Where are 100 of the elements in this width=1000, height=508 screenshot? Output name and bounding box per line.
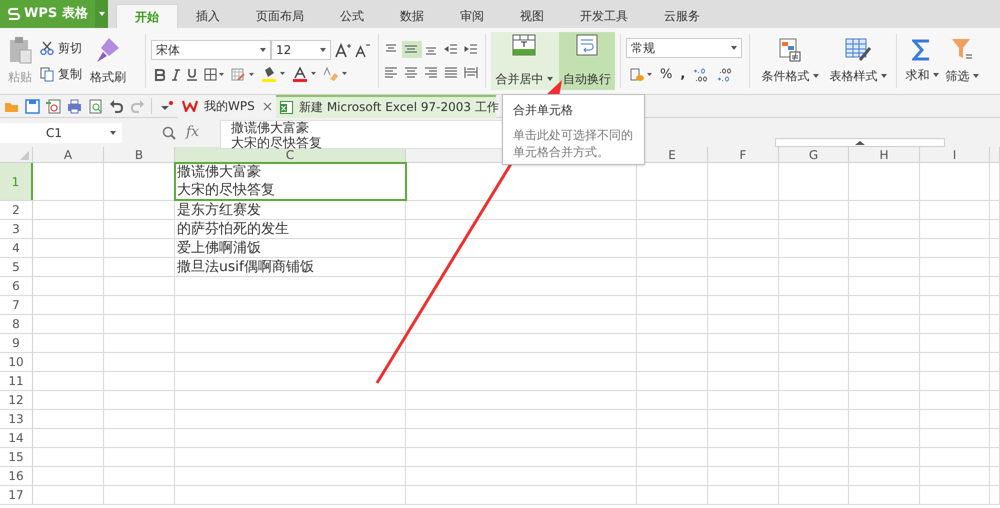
increase-font-icon [335, 42, 351, 58]
conditional-format-button[interactable]: 条件格式 [755, 28, 825, 94]
ribbon-tab[interactable]: 审阅 [442, 4, 502, 28]
name-box-field[interactable]: C1 [0, 122, 122, 142]
decrease-font-icon [355, 42, 371, 58]
fill-color-icon [262, 67, 286, 82]
wrap-text-button[interactable]: 自动换行 [559, 32, 615, 90]
conditional-format-icon [779, 38, 801, 62]
underline-icon [187, 68, 197, 81]
ribbon-tab[interactable]: 页面布局 [238, 4, 322, 28]
row-header[interactable]: 5 [0, 258, 33, 276]
row-header[interactable]: 7 [0, 296, 33, 314]
wps-logo-icon [182, 100, 198, 112]
filter-button[interactable]: 筛选 [942, 28, 982, 94]
comma-button[interactable]: , [680, 64, 686, 84]
caret-icon [110, 130, 116, 134]
font-color-icon [293, 67, 317, 82]
row-header[interactable]: 9 [0, 334, 33, 352]
merge-cells-icon [512, 34, 536, 56]
tooltip-title: 合并单元格 [513, 102, 574, 119]
row-header[interactable]: 2 [0, 201, 33, 219]
ribbon-tab[interactable]: 视图 [502, 4, 562, 28]
italic-icon [172, 68, 180, 80]
table-cell: 撒旦法usif偶啊商铺饭 [175, 258, 406, 276]
indent-decrease-icon [444, 43, 460, 56]
paintbrush-icon [95, 36, 121, 64]
copy-icon [40, 66, 54, 82]
caret-icon [98, 12, 104, 16]
undo-button[interactable] [109, 98, 124, 114]
copy-button[interactable]: 复制 [40, 65, 82, 83]
currency-icon [630, 68, 652, 82]
scissors-icon [40, 41, 54, 55]
caret-icon [932, 72, 938, 76]
row-header[interactable]: 15 [0, 448, 33, 466]
dropdown-button[interactable] [95, 0, 108, 28]
justify-icon [444, 66, 460, 79]
borders-icon [204, 68, 224, 81]
format-painter-button[interactable]: 格式刷 [90, 36, 126, 86]
table-style-button[interactable]: 表格样式 [825, 28, 891, 94]
align-right-icon [424, 66, 440, 79]
row-header[interactable]: 6 [0, 277, 33, 295]
sum-icon [912, 38, 932, 60]
ribbon-tab[interactable]: 公式 [322, 4, 382, 28]
spreadsheet-icon [280, 100, 293, 114]
customize-icon [160, 100, 174, 112]
table-cell: 的萨芬怕死的发生 [175, 220, 406, 238]
caret-icon [880, 74, 886, 78]
save-button[interactable] [25, 98, 40, 114]
indent-increase-icon [464, 43, 480, 56]
decrease-decimal-icon [717, 68, 734, 82]
caret-icon [320, 48, 326, 52]
ribbon-tab[interactable]: 云服务 [646, 4, 718, 28]
zoom-icon [162, 126, 176, 140]
distributed-icon [464, 66, 480, 79]
ribbon-tab[interactable]: 开发工具 [562, 4, 646, 28]
caret-icon [731, 46, 737, 50]
cut-button[interactable]: 剪切 [40, 39, 82, 57]
document-tab[interactable]: 新建 Microsoft Excel 97-2003 工作 [276, 94, 496, 118]
export-pdf-button[interactable] [46, 98, 61, 114]
align-left-icon [384, 66, 400, 79]
row-header[interactable]: 4 [0, 239, 33, 257]
caret-icon [972, 74, 978, 78]
table-cell: 爱上佛啊浦饭 [175, 239, 406, 257]
table-style-icon [845, 38, 871, 62]
bold-icon [155, 68, 165, 80]
insert-function-button[interactable]: fx [186, 122, 200, 143]
font-name-field[interactable]: 宋体 [151, 40, 271, 60]
table-cell: 撒谎佛大富豪 大宋的尽快答复 [175, 163, 406, 200]
row-header[interactable]: 14 [0, 429, 33, 447]
wps-logo-icon [8, 7, 20, 21]
select-all-icon [20, 151, 29, 160]
ribbon-tab[interactable]: 数据 [382, 4, 442, 28]
row-header[interactable]: 10 [0, 353, 33, 371]
increase-decimal-icon [693, 68, 710, 82]
row-header[interactable]: 11 [0, 372, 33, 390]
row-header[interactable]: 16 [0, 467, 33, 485]
row-header[interactable]: 12 [0, 391, 33, 409]
sum-button[interactable]: 求和 [902, 28, 942, 94]
print-button[interactable] [67, 98, 82, 114]
row-header[interactable]: 3 [0, 220, 33, 238]
align-middle-icon [402, 41, 422, 58]
percent-button[interactable]: % [660, 64, 672, 84]
row-header[interactable]: 13 [0, 410, 33, 428]
row-header[interactable]: 17 [0, 486, 33, 504]
print-preview-button[interactable] [88, 98, 103, 114]
cell-style-icon [231, 68, 255, 81]
clipboard-icon [8, 36, 32, 64]
caret-icon [812, 74, 818, 78]
table-cell: 是东方红赛发 [175, 201, 406, 219]
close-icon [263, 102, 272, 110]
align-center-icon [404, 66, 420, 79]
caret-icon [260, 48, 266, 52]
ribbon-tab[interactable]: 插入 [178, 4, 238, 28]
number-format-field[interactable]: 常规 [626, 38, 742, 58]
font-size-field[interactable]: 12 [271, 40, 331, 60]
filter-icon [951, 38, 973, 62]
clear-format-icon [324, 67, 348, 82]
wrap-text-icon [576, 34, 598, 56]
row-header[interactable]: 8 [0, 315, 33, 333]
column-header[interactable]: A [33, 147, 104, 162]
